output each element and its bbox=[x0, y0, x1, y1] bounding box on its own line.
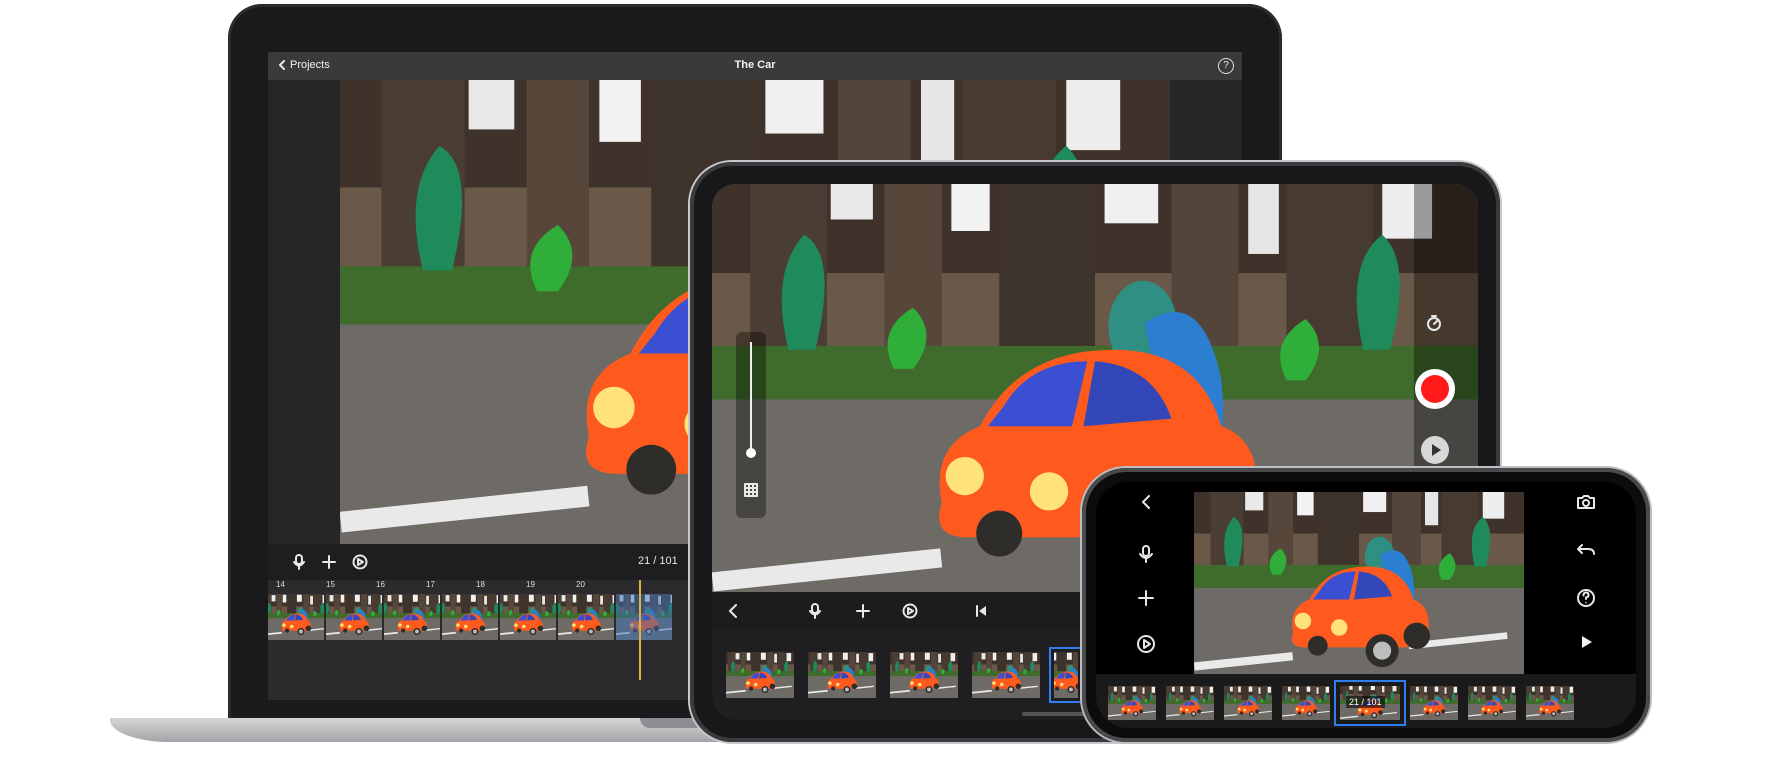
chevron-left-icon[interactable] bbox=[1136, 492, 1156, 512]
timeline-ruler: 14 15 16 17 18 19 20 bbox=[268, 580, 688, 592]
grid-icon[interactable] bbox=[743, 482, 759, 498]
onion-skin-slider[interactable] bbox=[736, 332, 766, 518]
timeline-frame[interactable] bbox=[268, 594, 324, 640]
plus-icon[interactable] bbox=[1136, 588, 1156, 608]
chevron-left-icon[interactable] bbox=[728, 604, 738, 618]
skip-back-icon[interactable] bbox=[974, 604, 988, 618]
filmstrip-frame[interactable] bbox=[1526, 686, 1574, 720]
filmstrip-frame[interactable] bbox=[1166, 686, 1214, 720]
microphone-icon[interactable] bbox=[1136, 544, 1156, 564]
phone-filmstrip[interactable]: 21 / 101 bbox=[1096, 674, 1636, 728]
ruler-tick: 20 bbox=[576, 580, 585, 589]
scene-image bbox=[1194, 492, 1524, 674]
filmstrip-frame[interactable] bbox=[1224, 686, 1272, 720]
timeline-frames bbox=[268, 594, 688, 640]
filmstrip-frame[interactable] bbox=[726, 652, 794, 698]
record-button[interactable] bbox=[1415, 369, 1455, 409]
ruler-tick: 14 bbox=[276, 580, 285, 589]
filmstrip-frame[interactable] bbox=[972, 652, 1040, 698]
filmstrip-frame[interactable] bbox=[1410, 686, 1458, 720]
help-icon[interactable] bbox=[1576, 588, 1596, 608]
timeline-frame[interactable] bbox=[500, 594, 556, 640]
frame-counter: 21 / 101 bbox=[1346, 696, 1385, 708]
ruler-tick: 16 bbox=[376, 580, 385, 589]
filmstrip-frame[interactable] bbox=[890, 652, 958, 698]
play-circle-icon[interactable] bbox=[902, 603, 918, 619]
slider-knob[interactable] bbox=[746, 448, 756, 458]
plus-icon[interactable] bbox=[322, 555, 336, 569]
slider-track bbox=[750, 342, 752, 452]
frame-counter: 21 / 101 bbox=[638, 555, 678, 567]
play-circle-icon[interactable] bbox=[1136, 634, 1156, 654]
timeline-frame[interactable] bbox=[616, 594, 672, 640]
ruler-tick: 19 bbox=[526, 580, 535, 589]
microphone-icon[interactable] bbox=[292, 554, 306, 570]
filmstrip-frame-selected[interactable]: 21 / 101 bbox=[1334, 680, 1406, 726]
filmstrip-frame-selected[interactable] bbox=[1049, 647, 1083, 703]
play-icon[interactable] bbox=[1576, 632, 1596, 652]
filmstrip-frame[interactable] bbox=[1282, 686, 1330, 720]
timeline-frame[interactable] bbox=[326, 594, 382, 640]
play-button[interactable] bbox=[1421, 436, 1449, 464]
filmstrip-frame[interactable] bbox=[1468, 686, 1516, 720]
ruler-tick: 18 bbox=[476, 580, 485, 589]
viewer-margin-left bbox=[268, 80, 340, 544]
help-icon[interactable]: ? bbox=[1218, 58, 1234, 74]
project-title: The Car bbox=[734, 59, 776, 71]
filmstrip-frame[interactable] bbox=[808, 652, 876, 698]
ruler-tick: 17 bbox=[426, 580, 435, 589]
ruler-tick: 15 bbox=[326, 580, 335, 589]
timer-icon[interactable] bbox=[1425, 314, 1443, 332]
undo-icon[interactable] bbox=[1576, 540, 1596, 560]
timeline-frame[interactable] bbox=[442, 594, 498, 640]
timeline-frame[interactable] bbox=[384, 594, 440, 640]
playhead[interactable] bbox=[639, 580, 641, 680]
title-bar: Projects The Car ? bbox=[268, 52, 1242, 80]
filmstrip-frame[interactable] bbox=[1108, 686, 1156, 720]
play-icon bbox=[1432, 444, 1441, 456]
camera-viewer[interactable] bbox=[1194, 492, 1524, 674]
phone-screen: 21 / 101 bbox=[1096, 482, 1636, 728]
microphone-icon[interactable] bbox=[808, 603, 822, 619]
timeline-frame[interactable] bbox=[558, 594, 614, 640]
camera-icon[interactable] bbox=[1576, 492, 1596, 512]
play-circle-icon[interactable] bbox=[352, 554, 368, 570]
plus-icon[interactable] bbox=[856, 604, 870, 618]
record-icon bbox=[1421, 375, 1449, 403]
